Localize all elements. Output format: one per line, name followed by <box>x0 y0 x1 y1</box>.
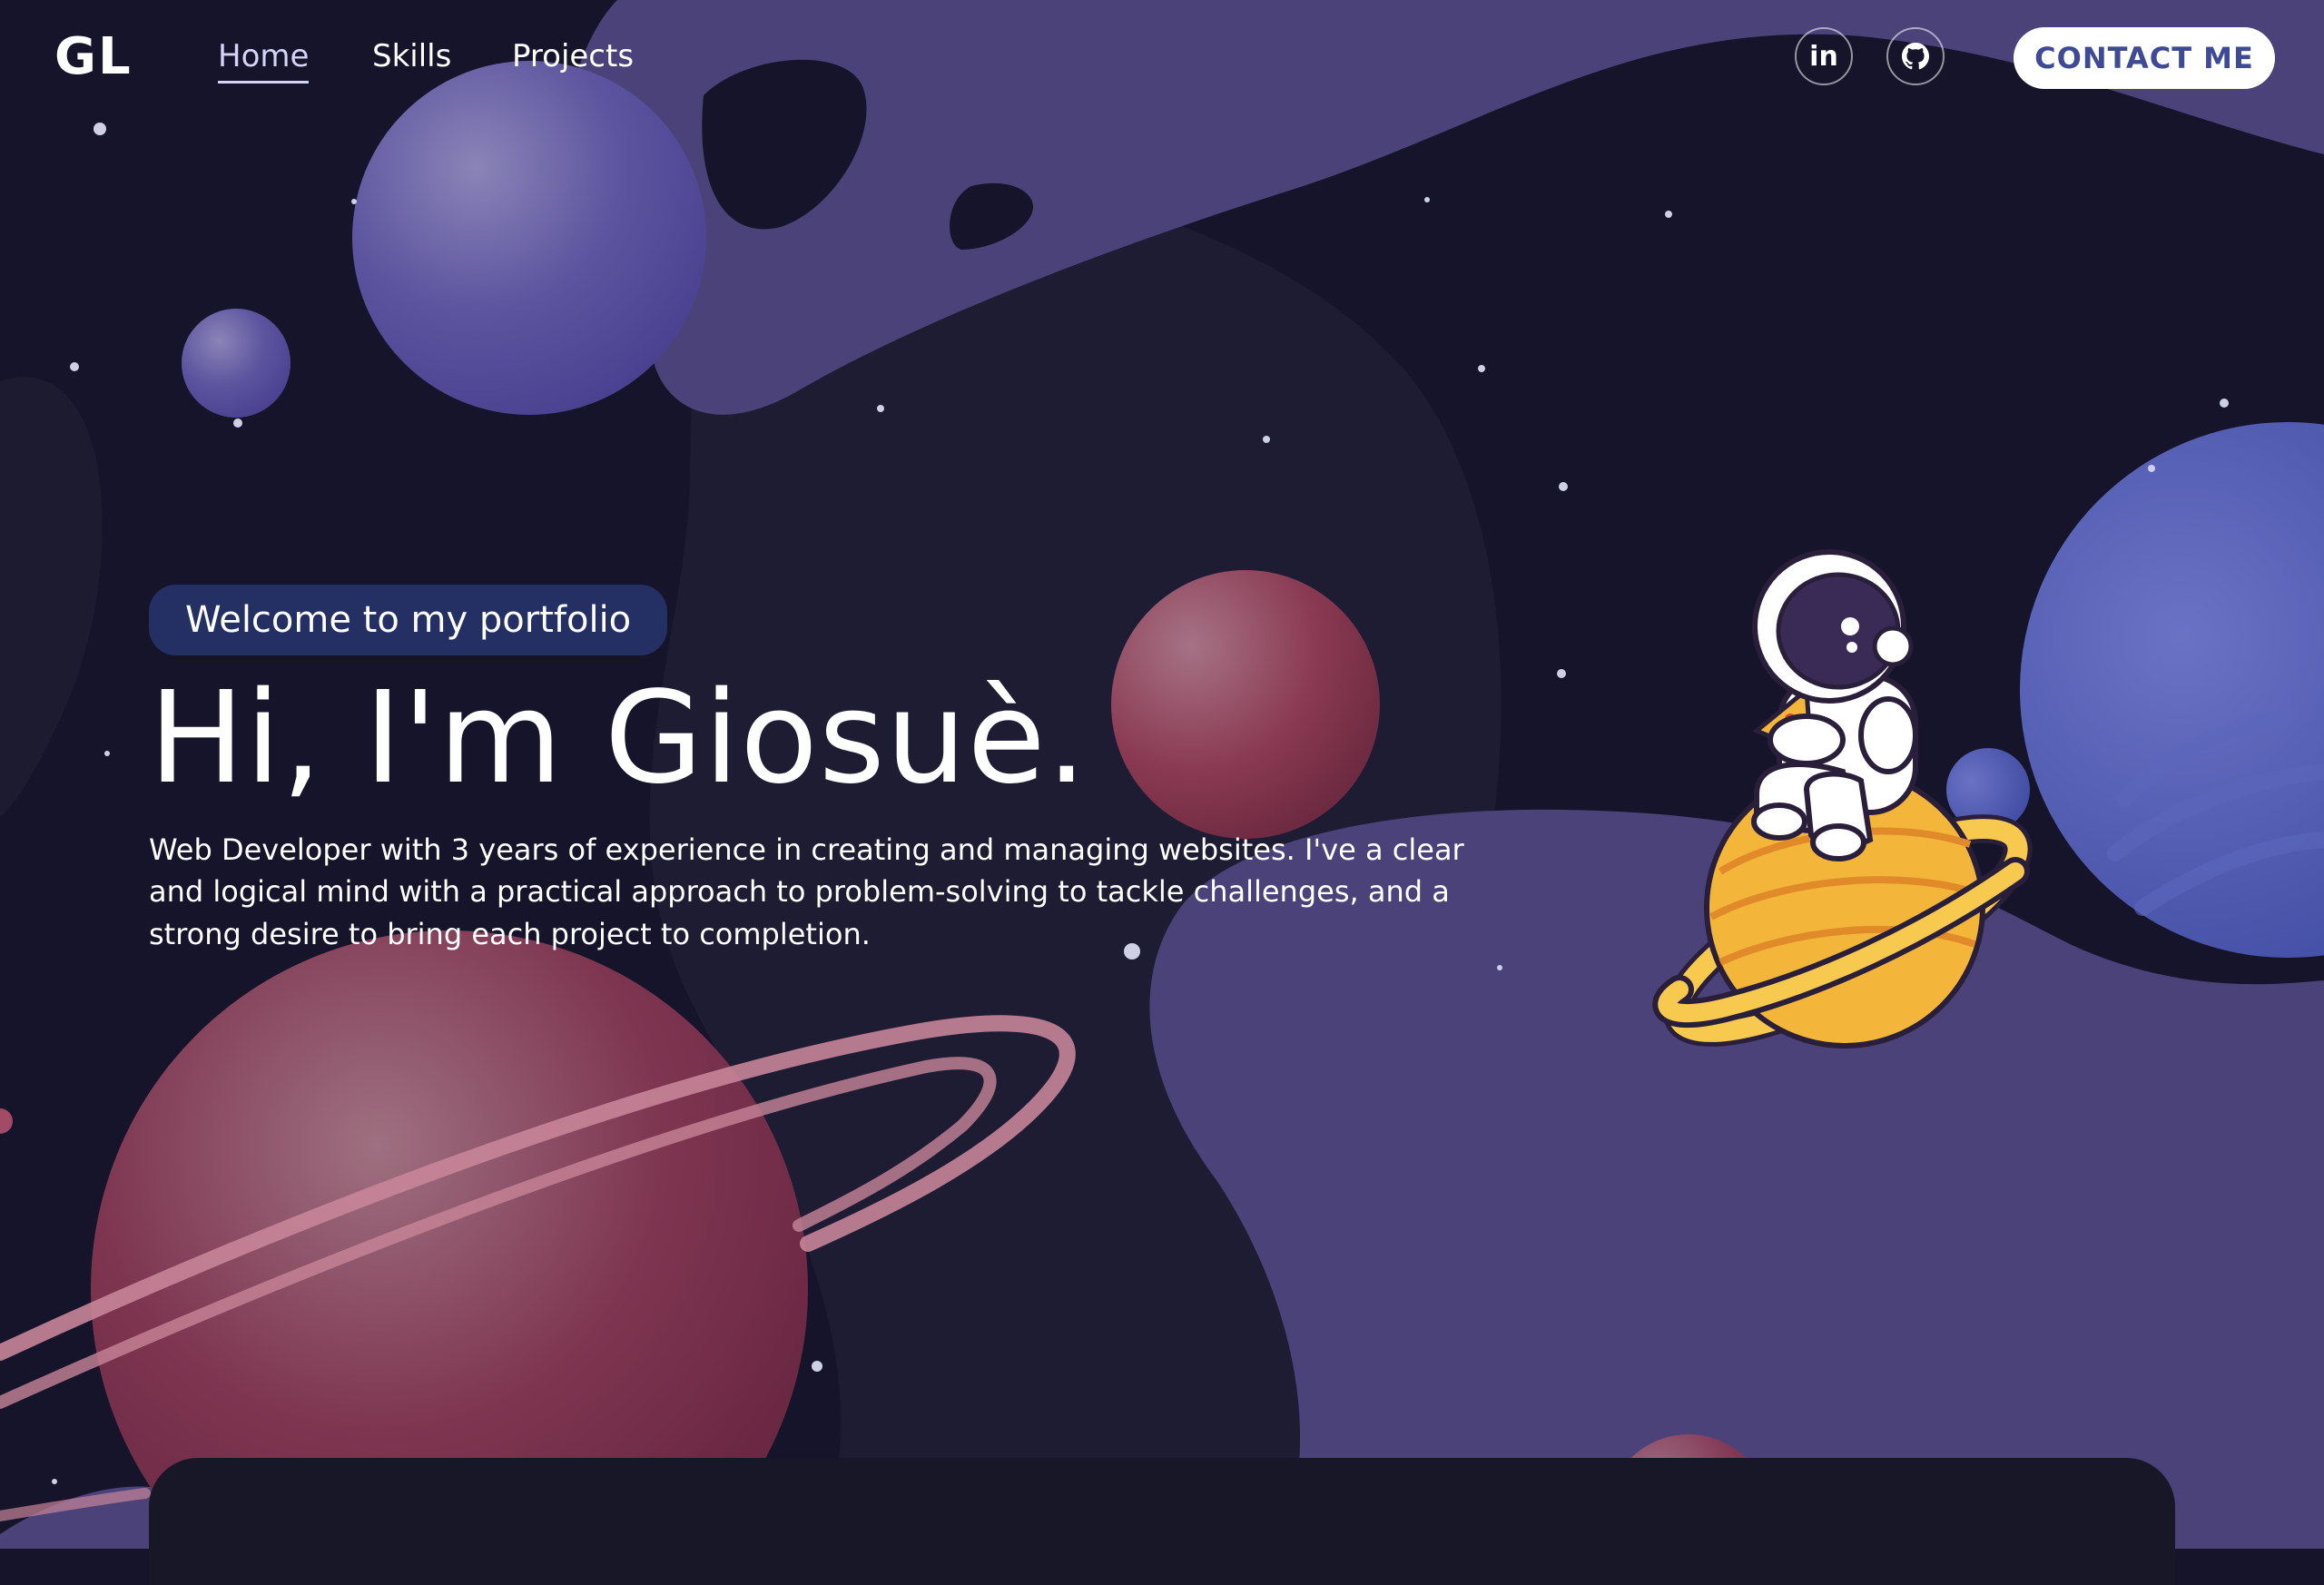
welcome-badge: Welcome to my portfolio <box>149 585 668 655</box>
next-section-panel <box>149 1458 2175 1585</box>
hero-section: Welcome to my portfolio Hi, I'm Giosuè. … <box>149 585 1511 955</box>
site-logo[interactable]: GL <box>54 27 133 86</box>
hero-bio: Web Developer with 3 years of experience… <box>149 832 1464 951</box>
linkedin-icon: in <box>1809 40 1838 73</box>
nav-link-home[interactable]: Home <box>218 38 310 84</box>
hero-headline: Hi, I'm Giosuè. <box>149 665 1088 812</box>
nav-link-skills[interactable]: Skills <box>372 38 451 74</box>
github-icon <box>1902 43 1929 70</box>
contact-me-button[interactable]: CONTACT ME <box>2014 27 2275 89</box>
linkedin-button[interactable]: in <box>1795 27 1853 85</box>
nav-link-projects[interactable]: Projects <box>512 38 634 74</box>
github-button[interactable] <box>1886 27 1945 85</box>
planet-purple-small <box>182 309 290 418</box>
navbar: GL Home Skills Projects in CONTACT ME <box>0 0 2324 120</box>
